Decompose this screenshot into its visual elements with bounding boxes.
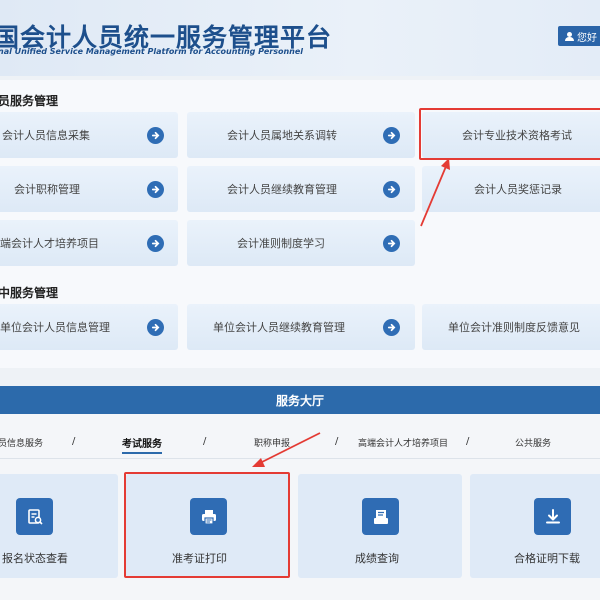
tile-continuing-education[interactable]: 会计人员继续教育管理 xyxy=(187,166,415,212)
card-score-query[interactable]: 成绩查询 xyxy=(298,474,462,578)
arrow-right-icon[interactable] xyxy=(147,234,164,252)
tile-title-management[interactable]: 会计职称管理 xyxy=(0,166,178,212)
arrow-right-icon[interactable] xyxy=(383,126,400,144)
tile-standards-study[interactable]: 会计准则制度学习 xyxy=(187,220,415,266)
tile-info-collection[interactable]: 会计人员信息采集 xyxy=(0,112,178,158)
tabs-divider xyxy=(0,458,600,459)
user-icon xyxy=(565,31,574,41)
arrow-right-icon[interactable] xyxy=(383,318,400,336)
arrow-right-icon[interactable] xyxy=(147,318,164,336)
user-button[interactable]: 您好 xyxy=(558,26,600,46)
tab-title-application[interactable]: 职称申报 xyxy=(254,436,290,449)
scores-icon xyxy=(362,498,399,535)
card-label: 合格证明下载 xyxy=(514,552,580,565)
arrow-right-icon[interactable] xyxy=(147,180,164,198)
card-certificate-download[interactable]: 合格证明下载 xyxy=(470,474,600,578)
platform-subtitle: nal Unified Service Management Platform … xyxy=(0,47,304,56)
tile-rewards-records[interactable]: 会计人员奖惩记录 xyxy=(422,166,600,212)
tile-unit-education[interactable]: 单位会计人员继续教育管理 xyxy=(187,304,415,350)
tile-unit-feedback[interactable]: 单位会计准则制度反馈意见 xyxy=(422,304,600,350)
card-label: 报名状态查看 xyxy=(2,552,68,565)
tile-unit-info[interactable]: 单位会计人员信息管理 xyxy=(0,304,178,350)
tab-separator: / xyxy=(72,436,76,447)
tab-personal-info[interactable]: 员信息服务 xyxy=(0,436,43,449)
card-label: 准考证打印 xyxy=(172,552,227,565)
arrow-right-icon[interactable] xyxy=(147,126,164,144)
tile-label: 单位会计人员继续教育管理 xyxy=(213,321,345,334)
service-hall-bar: 服务大厅 xyxy=(0,386,600,414)
document-search-icon xyxy=(16,498,53,535)
tile-label: 会计人员继续教育管理 xyxy=(227,183,337,196)
arrow-right-icon[interactable] xyxy=(383,234,400,252)
tab-public-service[interactable]: 公共服务 xyxy=(515,436,551,449)
tile-label: 会计人员信息采集 xyxy=(2,129,90,142)
user-label: 您好 xyxy=(577,32,597,44)
tile-label: 单位会计人员信息管理 xyxy=(0,321,110,334)
tile-label: 端会计人才培养项目 xyxy=(0,237,99,250)
service-hall-title: 服务大厅 xyxy=(275,393,324,408)
tab-separator: / xyxy=(203,436,207,447)
printer-icon xyxy=(190,498,227,535)
header: 国会计人员统一服务管理平台 nal Unified Service Manage… xyxy=(0,0,600,76)
tab-talent-program[interactable]: 高端会计人才培养项目 xyxy=(358,436,448,449)
tile-label: 单位会计准则制度反馈意见 xyxy=(448,321,580,334)
tile-talent-program[interactable]: 端会计人才培养项目 xyxy=(0,220,178,266)
tab-separator: / xyxy=(466,436,470,447)
tile-label: 会计专业技术资格考试 xyxy=(462,129,572,142)
tile-label: 会计人员属地关系调转 xyxy=(227,129,337,142)
tile-label: 会计人员奖惩记录 xyxy=(474,183,562,196)
active-tab-underline xyxy=(122,452,162,454)
card-registration-status[interactable]: 报名状态查看 xyxy=(0,474,118,578)
tile-label: 会计职称管理 xyxy=(14,183,80,196)
arrow-right-icon[interactable] xyxy=(383,180,400,198)
tile-label: 会计准则制度学习 xyxy=(237,237,325,250)
tile-qualification-exam[interactable]: 会计专业技术资格考试 xyxy=(422,112,600,158)
card-label: 成绩查询 xyxy=(355,552,399,565)
unit-service-title: 中服务管理 xyxy=(0,286,59,300)
tab-separator: / xyxy=(335,436,339,447)
tab-exam-service[interactable]: 考试服务 xyxy=(122,435,162,450)
personal-service-title: 员服务管理 xyxy=(0,94,59,108)
download-icon xyxy=(534,498,571,535)
card-admission-ticket-print[interactable]: 准考证打印 xyxy=(126,474,290,578)
tile-relation-transfer[interactable]: 会计人员属地关系调转 xyxy=(187,112,415,158)
